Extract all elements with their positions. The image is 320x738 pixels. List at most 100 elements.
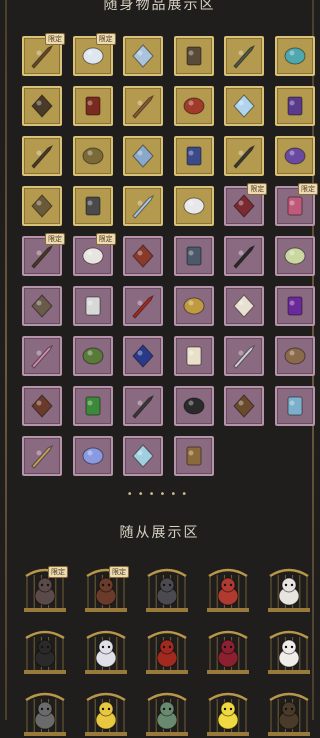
companion-cage[interactable] xyxy=(142,562,192,614)
companion-cage[interactable] xyxy=(264,624,314,676)
item-stamp[interactable]: 限定 xyxy=(224,183,268,226)
gray-cat-pet-icon xyxy=(32,700,58,730)
item-stamp[interactable] xyxy=(22,286,62,326)
item-stamp[interactable] xyxy=(173,236,214,276)
item-stamp[interactable]: 限定 xyxy=(72,33,116,76)
item-stamp[interactable] xyxy=(72,336,113,376)
item-stamp[interactable] xyxy=(224,336,265,376)
item-stamp[interactable] xyxy=(224,386,265,426)
companion-cage[interactable] xyxy=(203,686,253,738)
item-stamp[interactable] xyxy=(72,86,113,126)
pouch-icon xyxy=(174,236,214,276)
ice-crystal-icon xyxy=(123,186,163,226)
clock-icon xyxy=(22,136,62,176)
item-stamp[interactable] xyxy=(173,136,214,176)
item-stamp[interactable] xyxy=(123,36,164,76)
fish-icon xyxy=(275,386,315,426)
item-stamp[interactable] xyxy=(173,436,214,476)
blue-wand-icon xyxy=(123,336,163,376)
red-bird-pet-icon xyxy=(154,638,180,668)
blue-cocoon-icon xyxy=(73,436,113,476)
pink-flask-icon xyxy=(22,336,62,376)
feather-pet-icon xyxy=(276,700,302,730)
butterfly-icon xyxy=(123,36,163,76)
item-stamp[interactable]: 限定 xyxy=(22,33,65,76)
companion-cage[interactable] xyxy=(203,624,253,676)
item-stamp[interactable] xyxy=(22,386,62,426)
item-stamp[interactable] xyxy=(274,236,315,276)
wand-icon xyxy=(174,136,214,176)
cat-pet-icon xyxy=(154,576,180,606)
limited-badge: 限定 xyxy=(45,33,65,45)
white-flower-icon xyxy=(224,286,264,326)
item-stamp[interactable] xyxy=(173,286,214,326)
item-stamp[interactable] xyxy=(123,186,164,226)
scroll-icon xyxy=(123,236,163,276)
item-stamp[interactable] xyxy=(173,386,214,426)
item-stamp[interactable] xyxy=(274,36,315,76)
potion-icon xyxy=(275,236,315,276)
item-stamp[interactable] xyxy=(224,236,265,276)
companion-cage[interactable] xyxy=(20,686,70,738)
limited-badge: 限定 xyxy=(247,183,268,195)
companion-cage[interactable]: 限定 xyxy=(81,562,131,614)
yellow-chick-pet-icon xyxy=(215,700,241,730)
companion-cage[interactable] xyxy=(81,686,131,738)
companion-cage[interactable] xyxy=(20,624,70,676)
item-stamp[interactable] xyxy=(274,386,315,426)
item-stamp[interactable] xyxy=(274,86,315,126)
item-stamp[interactable] xyxy=(72,386,113,426)
grape-icon xyxy=(275,286,315,326)
item-stamp[interactable]: 限定 xyxy=(22,233,65,276)
item-stamp[interactable] xyxy=(72,436,113,476)
paper-icon xyxy=(73,286,113,326)
frame-left-border xyxy=(5,0,7,720)
limited-badge: 限定 xyxy=(297,183,318,195)
item-stamp[interactable] xyxy=(274,136,315,176)
bell-icon xyxy=(224,136,264,176)
companion-cage[interactable] xyxy=(142,624,192,676)
item-stamp[interactable] xyxy=(123,336,164,376)
item-stamp[interactable] xyxy=(123,436,164,476)
companions-grid: 限定 限定 xyxy=(20,562,314,738)
companion-cage[interactable] xyxy=(264,686,314,738)
item-stamp[interactable] xyxy=(224,36,265,76)
companion-cage[interactable] xyxy=(203,562,253,614)
item-stamp[interactable] xyxy=(173,336,214,376)
item-stamp[interactable] xyxy=(173,86,214,126)
item-stamp[interactable] xyxy=(123,386,164,426)
limited-badge: 限定 xyxy=(95,33,116,45)
item-stamp[interactable] xyxy=(123,86,164,126)
item-stamp[interactable] xyxy=(123,136,164,176)
penguin-pet-icon xyxy=(93,638,119,668)
item-stamp[interactable] xyxy=(224,286,265,326)
companion-cage[interactable] xyxy=(264,562,314,614)
lantern-icon xyxy=(123,136,163,176)
feather-icon xyxy=(73,136,113,176)
item-stamp[interactable] xyxy=(123,286,164,326)
item-stamp[interactable] xyxy=(274,286,315,326)
item-stamp[interactable] xyxy=(22,186,62,226)
item-stamp[interactable]: 限定 xyxy=(274,183,318,226)
companions-section-title: 随从展示区 xyxy=(119,525,200,541)
companion-cage[interactable] xyxy=(142,686,192,738)
item-stamp[interactable] xyxy=(224,136,265,176)
page-indicator-dots[interactable]: •••••• xyxy=(0,489,319,500)
torch-icon xyxy=(275,86,315,126)
item-stamp[interactable] xyxy=(173,186,214,226)
item-stamp[interactable] xyxy=(22,336,62,376)
item-stamp[interactable] xyxy=(224,86,265,126)
companion-cage[interactable]: 限定 xyxy=(20,562,70,614)
item-stamp[interactable] xyxy=(123,236,164,276)
treasure-chest-pet-icon xyxy=(93,576,119,606)
item-stamp[interactable] xyxy=(22,436,62,476)
item-stamp[interactable] xyxy=(22,136,62,176)
item-stamp[interactable] xyxy=(274,336,315,376)
item-stamp[interactable] xyxy=(22,86,62,126)
item-stamp[interactable] xyxy=(72,186,113,226)
item-stamp[interactable] xyxy=(72,286,113,326)
item-stamp[interactable] xyxy=(173,36,214,76)
item-stamp[interactable]: 限定 xyxy=(72,233,116,276)
item-stamp[interactable] xyxy=(72,136,113,176)
companion-cage[interactable] xyxy=(81,624,131,676)
